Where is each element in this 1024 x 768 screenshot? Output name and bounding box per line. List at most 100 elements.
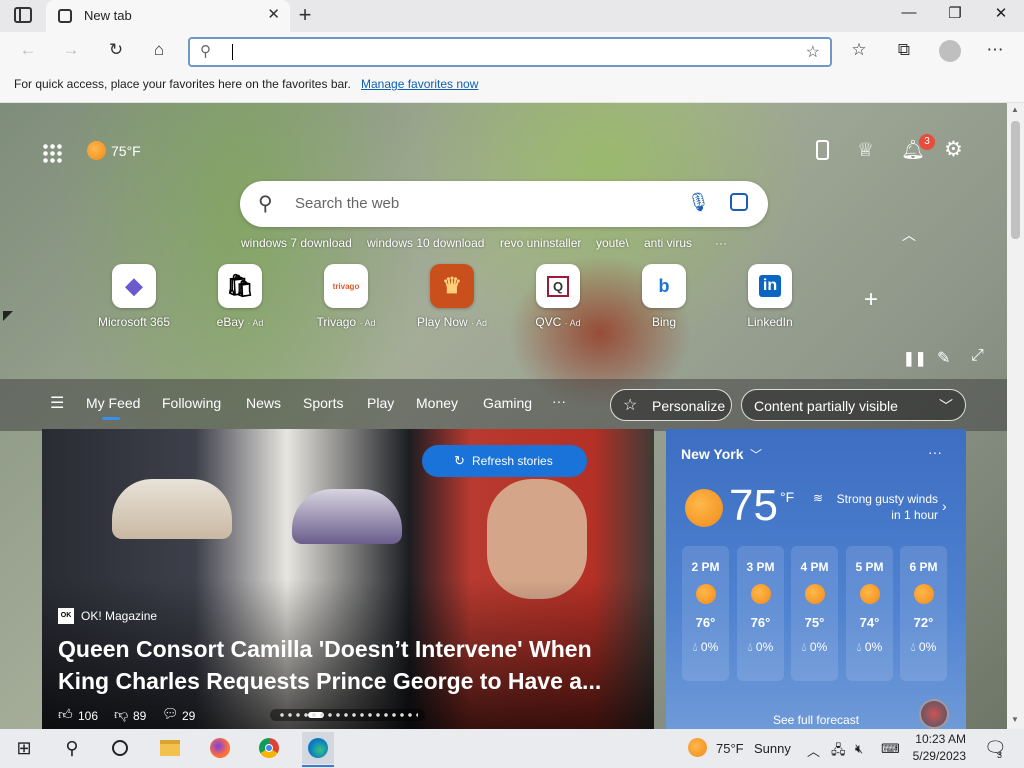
back-button[interactable]: ← xyxy=(17,40,39,62)
story-headline[interactable]: Queen Consort Camilla 'Doesn’t Intervene… xyxy=(58,633,638,697)
restore-button[interactable]: ❐ xyxy=(932,4,978,26)
tab-my-feed[interactable]: My Feed xyxy=(86,395,140,411)
close-window-button[interactable]: ✕ xyxy=(978,4,1024,26)
search-suggestion[interactable]: windows 10 download xyxy=(367,236,484,250)
feed-menu-icon[interactable]: ☰ xyxy=(50,393,64,413)
weather-alert[interactable]: Strong gusty winds in 1 hour xyxy=(832,491,938,523)
quick-link-tile[interactable]: ♛ Play Now · Ad xyxy=(402,264,502,329)
search-icon[interactable]: ⚲ xyxy=(56,732,88,764)
phone-icon[interactable] xyxy=(816,140,829,160)
refresh-stories-button[interactable]: ↻ Refresh stories xyxy=(422,445,587,477)
chrome-icon[interactable] xyxy=(253,732,285,764)
profile-avatar[interactable] xyxy=(939,40,961,62)
dislike-icon[interactable]: 👎︎ xyxy=(114,706,128,723)
favorites-button[interactable]: ☆ xyxy=(848,40,870,62)
personalize-star-icon: ☆ xyxy=(623,397,638,414)
windows-start-icon[interactable]: ⊞ xyxy=(8,732,40,764)
forward-button[interactable]: → xyxy=(60,40,82,62)
tile-label: Microsoft 365 xyxy=(97,315,171,329)
collections-button[interactable]: ⧉ xyxy=(893,40,915,62)
search-suggestion[interactable]: revo uninstaller xyxy=(500,236,581,250)
file-explorer-icon[interactable] xyxy=(154,732,186,764)
refresh-button[interactable]: ↻ xyxy=(105,40,127,62)
new-tab-button[interactable]: + xyxy=(294,2,316,28)
quick-link-tile[interactable]: 🛍 eBay · Ad xyxy=(190,264,290,329)
comment-icon[interactable]: 💬︎ xyxy=(162,706,179,722)
like-icon[interactable]: 👍︎ xyxy=(58,706,73,723)
story-image xyxy=(292,489,402,544)
home-button[interactable]: ⌂ xyxy=(148,40,170,62)
qvc-icon: Q xyxy=(536,264,580,308)
search-suggestion[interactable]: youte\ xyxy=(596,236,629,250)
tab-money[interactable]: Money xyxy=(416,395,458,411)
rewards-icon[interactable]: ♕ xyxy=(857,139,874,162)
refresh-label: Refresh stories xyxy=(472,454,553,468)
more-tabs-icon[interactable]: ··· xyxy=(552,393,566,409)
voice-search-icon[interactable]: 🎙︎ xyxy=(687,192,710,213)
search-placeholder: Search the web xyxy=(295,195,400,212)
mouse-pointer-icon xyxy=(3,311,13,321)
address-bar[interactable]: ⚲ ☆ xyxy=(188,37,832,67)
web-search-box[interactable]: ⚲ Search the web 🎙︎ xyxy=(240,181,768,227)
weather-menu-icon[interactable]: ··· xyxy=(928,444,942,460)
task-view-icon[interactable] xyxy=(104,732,136,764)
minimize-button[interactable]: — xyxy=(886,4,932,26)
tab-sports[interactable]: Sports xyxy=(303,395,343,411)
quick-link-tile[interactable]: in LinkedIn xyxy=(720,264,820,329)
tab-following[interactable]: Following xyxy=(162,395,221,411)
chevron-up-icon[interactable]: ︿ xyxy=(807,741,820,760)
forecast-link[interactable]: See full forecast xyxy=(773,713,859,727)
weather-map-icon[interactable] xyxy=(919,699,949,729)
keyboard-icon[interactable]: ⌨ xyxy=(881,741,900,757)
like-count: 106 xyxy=(78,709,99,723)
hourly-forecast[interactable]: 6 PM 72° 💧︎ 0% xyxy=(900,546,947,681)
taskbar-weather-condition[interactable]: Sunny xyxy=(754,741,791,756)
quick-link-tile[interactable]: ◆ Microsoft 365 xyxy=(84,264,184,329)
clock[interactable]: 10:23 AM 5/29/2023 xyxy=(906,731,966,765)
personalize-button[interactable]: ☆ Personalize xyxy=(610,389,732,421)
tab-news[interactable]: News xyxy=(246,395,281,411)
scrollbar-thumb[interactable] xyxy=(1011,121,1020,239)
manage-favorites-link[interactable]: Manage favorites now xyxy=(361,77,478,91)
collapse-chevron-icon[interactable]: ︿ xyxy=(902,225,916,245)
settings-menu-button[interactable]: ⋯ xyxy=(984,40,1006,62)
search-suggestion[interactable]: windows 7 download xyxy=(241,236,352,250)
apps-launcher-icon[interactable] xyxy=(42,143,62,163)
notification-center-icon[interactable]: 🗨︎ xyxy=(984,738,1007,759)
taskbar-weather[interactable]: 75°F xyxy=(716,741,744,756)
hourly-forecast[interactable]: 3 PM 76° 💧︎ 0% xyxy=(737,546,784,681)
tab-new-tab[interactable]: New tab ✕ xyxy=(46,0,290,32)
firefox-icon[interactable] xyxy=(204,732,236,764)
visual-search-icon[interactable] xyxy=(730,193,748,211)
network-icon[interactable]: 🖧︎ xyxy=(831,741,846,763)
quick-link-tile[interactable]: b Bing xyxy=(614,264,714,329)
page-scrollbar[interactable]: ▲ ▼ xyxy=(1007,103,1024,729)
edit-background-icon[interactable]: ✎ xyxy=(937,348,950,368)
hourly-forecast[interactable]: 5 PM 74° 💧︎ 0% xyxy=(846,546,893,681)
tab-actions-icon[interactable] xyxy=(14,7,32,23)
content-visibility-dropdown[interactable]: Content partially visible ﹀ xyxy=(741,389,966,421)
refresh-icon: ↻ xyxy=(454,453,465,468)
weather-city[interactable]: New York xyxy=(681,446,744,462)
quick-link-tile[interactable]: trivago Trivago · Ad xyxy=(296,264,396,329)
weather-temp[interactable]: 75°F xyxy=(111,143,141,159)
page-settings-gear-icon[interactable]: ⚙ xyxy=(944,137,963,162)
tab-gaming[interactable]: Gaming xyxy=(483,395,532,411)
search-suggestion[interactable]: anti virus xyxy=(644,236,692,250)
add-site-button[interactable]: + xyxy=(864,286,878,314)
carousel-dots[interactable] xyxy=(270,709,425,721)
quick-link-tile[interactable]: Q QVC · Ad xyxy=(508,264,608,329)
edge-icon[interactable] xyxy=(302,732,334,764)
weather-sun-icon xyxy=(688,738,707,757)
chevron-down-icon[interactable]: ﹀ xyxy=(750,446,762,463)
volume-muted-icon[interactable]: 🔇︎ xyxy=(855,741,863,757)
pause-background-icon[interactable]: ❚❚ xyxy=(903,350,926,367)
add-favorite-icon[interactable]: ☆ xyxy=(806,42,820,62)
hourly-forecast[interactable]: 4 PM 75° 💧︎ 0% xyxy=(791,546,838,681)
more-suggestions-icon[interactable]: ··· xyxy=(715,236,727,250)
hourly-forecast[interactable]: 2 PM 76° 💧︎ 0% xyxy=(682,546,729,681)
tab-play[interactable]: Play xyxy=(367,395,394,411)
chevron-right-icon[interactable]: › xyxy=(942,498,947,514)
tab-close-icon[interactable]: ✕ xyxy=(267,5,280,23)
expand-background-icon[interactable]: ⤢ xyxy=(971,347,984,365)
